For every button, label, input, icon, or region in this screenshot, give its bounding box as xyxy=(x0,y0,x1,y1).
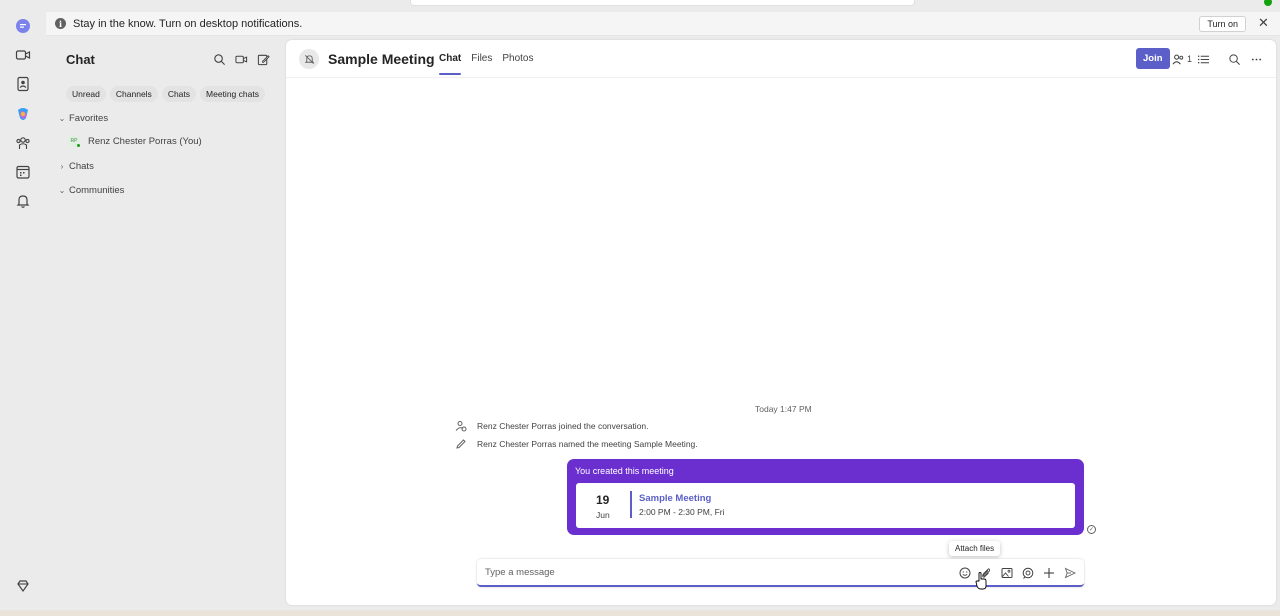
plus-icon[interactable] xyxy=(1042,566,1055,579)
message-timestamp: Today 1:47 PM xyxy=(755,404,812,414)
event-time: 2:00 PM - 2:30 PM, Fri xyxy=(639,507,725,517)
meeting-icon xyxy=(299,49,319,69)
filter-chats[interactable]: Chats xyxy=(161,86,197,102)
chat-header: Sample Meeting Chat Files Photos Join 1 xyxy=(286,40,1276,78)
participant-count: 1 xyxy=(1187,54,1193,64)
message-input[interactable] xyxy=(485,565,925,580)
premium-icon[interactable] xyxy=(13,576,33,596)
attach-files-tooltip: Attach files xyxy=(949,541,1001,556)
participants-button[interactable]: 1 xyxy=(1172,52,1192,66)
join-button[interactable]: Join xyxy=(1136,48,1170,69)
section-communities-label: Communities xyxy=(69,185,125,196)
event-divider xyxy=(630,491,632,518)
notification-banner: i Stay in the know. Turn on desktop noti… xyxy=(46,12,1280,36)
tab-chat[interactable]: Chat xyxy=(439,53,462,75)
meet-now-icon[interactable] xyxy=(234,52,248,66)
avatar: RP xyxy=(68,135,81,148)
section-chats[interactable]: › Chats xyxy=(58,161,94,172)
page-title: Sample Meeting xyxy=(328,51,435,67)
mouse-cursor-icon xyxy=(975,572,987,590)
section-favorites[interactable]: ⌄ Favorites xyxy=(58,113,108,124)
filter-channels[interactable]: Channels xyxy=(109,86,158,102)
title-strip xyxy=(0,0,1280,10)
tab-files[interactable]: Files xyxy=(471,53,492,64)
event-month: Jun xyxy=(596,510,610,520)
system-message-text: Renz Chester Porras named the meeting Sa… xyxy=(477,439,698,449)
emoji-icon[interactable] xyxy=(958,566,971,579)
turn-on-button[interactable]: Turn on xyxy=(1199,16,1246,32)
event-title-link[interactable]: Sample Meeting xyxy=(639,493,711,504)
info-icon: i xyxy=(55,18,66,29)
system-message-text: Renz Chester Porras joined the conversat… xyxy=(477,421,649,431)
person-add-icon xyxy=(455,421,467,432)
section-chats-label: Chats xyxy=(69,161,94,172)
chat-tabs: Chat Files Photos xyxy=(439,53,534,75)
favorite-item-name: Renz Chester Porras (You) xyxy=(88,135,202,147)
chat-filters: Unread Channels Chats Meeting chats xyxy=(66,86,265,102)
pencil-icon xyxy=(456,439,466,449)
new-chat-icon[interactable] xyxy=(256,52,270,66)
video-icon[interactable] xyxy=(13,45,33,65)
card-header: You created this meeting xyxy=(575,466,674,476)
chevron-down-icon: ⌄ xyxy=(58,114,66,123)
send-icon[interactable] xyxy=(1063,566,1076,579)
presence-dot xyxy=(76,143,81,148)
system-message: Renz Chester Porras joined the conversat… xyxy=(455,420,649,432)
contacts-icon[interactable] xyxy=(13,74,33,94)
image-icon[interactable] xyxy=(1000,566,1013,579)
sent-status-icon: ✓ xyxy=(1087,525,1096,534)
meeting-created-card[interactable]: You created this meeting 19 Jun Sample M… xyxy=(567,459,1084,535)
loop-icon[interactable] xyxy=(1021,566,1034,579)
system-message: Renz Chester Porras named the meeting Sa… xyxy=(455,438,698,450)
presence-indicator xyxy=(1264,0,1272,6)
search-icon[interactable] xyxy=(1228,52,1241,66)
chat-list-pane: Chat Unread Channels Chats Meeting chats… xyxy=(46,38,284,616)
chat-main-pane: Sample Meeting Chat Files Photos Join 1 … xyxy=(286,40,1276,605)
notification-text: Stay in the know. Turn on desktop notifi… xyxy=(73,17,303,30)
teams-icon[interactable] xyxy=(13,133,33,153)
filter-unread[interactable]: Unread xyxy=(66,86,106,102)
list-icon[interactable] xyxy=(1197,52,1210,66)
copilot-icon[interactable] xyxy=(13,104,33,124)
meeting-details[interactable]: 19 Jun Sample Meeting 2:00 PM - 2:30 PM,… xyxy=(576,483,1075,528)
global-search-bar[interactable] xyxy=(410,0,915,6)
chevron-right-icon: › xyxy=(60,162,64,171)
event-day: 19 xyxy=(596,493,610,507)
taskbar-strip xyxy=(0,610,1280,616)
close-icon[interactable]: ✕ xyxy=(1258,16,1270,29)
tab-photos[interactable]: Photos xyxy=(502,53,533,64)
list-item[interactable]: RP Renz Chester Porras (You) xyxy=(68,135,202,148)
people-icon xyxy=(1172,54,1184,64)
filter-meeting-chats[interactable]: Meeting chats xyxy=(200,86,265,102)
search-icon[interactable] xyxy=(212,52,226,66)
more-options-icon[interactable] xyxy=(1250,52,1263,66)
bell-icon[interactable] xyxy=(13,191,33,211)
chat-icon[interactable] xyxy=(13,16,33,36)
message-compose-box[interactable] xyxy=(477,559,1084,587)
section-communities[interactable]: ⌄ Communities xyxy=(58,185,125,196)
calendar-icon[interactable] xyxy=(13,162,33,182)
chat-list-title: Chat xyxy=(66,52,95,67)
chevron-down-icon: ⌄ xyxy=(58,186,66,195)
app-rail xyxy=(0,0,46,616)
section-favorites-label: Favorites xyxy=(69,113,109,124)
